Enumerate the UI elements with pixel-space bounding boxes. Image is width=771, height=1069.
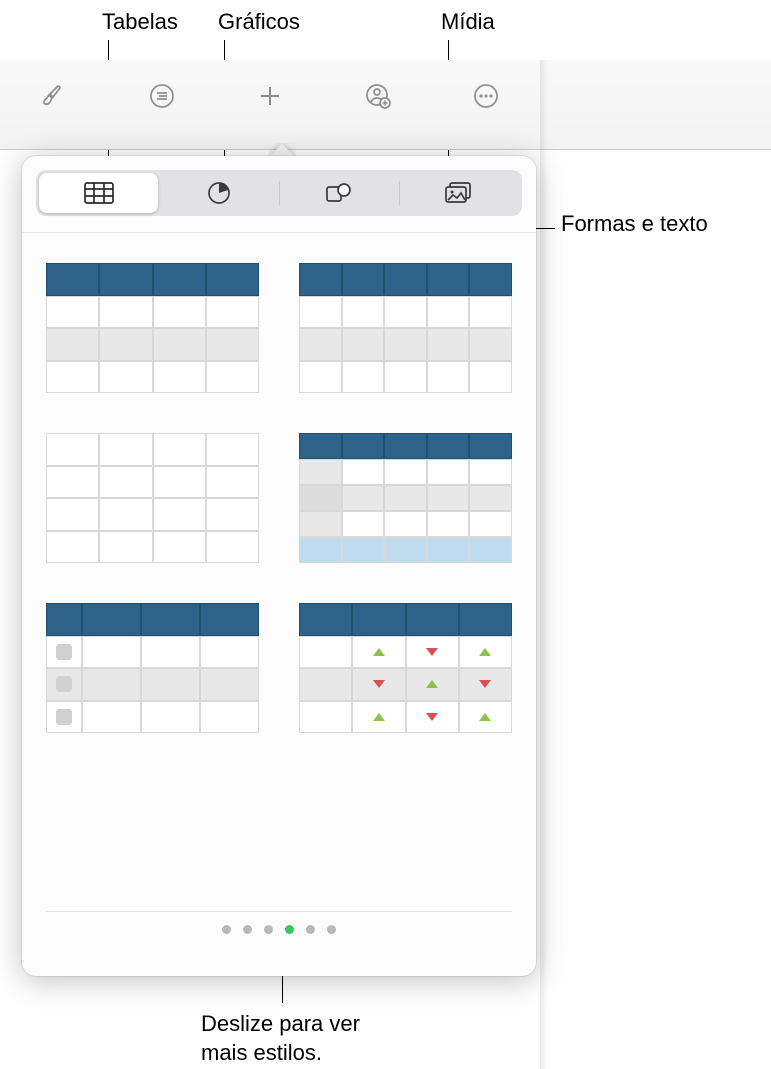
tab-tables[interactable] [39,173,158,213]
trend-up-icon [373,713,385,721]
callout-shapes-text: Formas e texto [561,210,708,239]
tab-shapes[interactable] [280,173,399,213]
plus-icon [255,81,285,111]
table-style-3[interactable] [46,433,259,563]
page-dot-active[interactable] [285,925,294,934]
media-icon [444,181,474,205]
segmented-control-container [22,156,536,233]
brush-icon [40,82,68,110]
category-segmented-control [36,170,522,216]
trend-down-icon [479,680,491,688]
more-button[interactable] [466,76,506,116]
callout-swipe: Deslize para ver mais estilos. [201,1010,360,1067]
trend-up-icon [426,680,438,688]
page-dot[interactable] [306,925,315,934]
page-indicator[interactable] [22,911,536,934]
trend-up-icon [479,648,491,656]
table-style-1[interactable] [46,263,259,393]
checkbox-icon [56,676,72,692]
table-icon [84,182,114,204]
shapes-icon [325,181,353,205]
more-icon [472,82,500,110]
tab-media[interactable] [400,173,519,213]
collaborate-button[interactable] [358,76,398,116]
pie-chart-icon [206,180,232,206]
paragraph-style-button[interactable] [142,76,182,116]
callout-media: Mídia [441,8,495,37]
insert-button[interactable] [250,76,290,116]
checkbox-icon [56,644,72,660]
page-dot[interactable] [264,925,273,934]
trend-down-icon [426,713,438,721]
collaborate-icon [364,82,392,110]
trend-down-icon [373,680,385,688]
page-dot[interactable] [243,925,252,934]
checkbox-icon [56,709,72,725]
right-edge-shade [540,60,548,1069]
callout-tables: Tabelas [102,8,178,37]
page-dot[interactable] [327,925,336,934]
trend-up-icon [373,648,385,656]
trend-down-icon [426,648,438,656]
page-dot[interactable] [222,925,231,934]
callout-charts: Gráficos [218,8,300,37]
table-style-2[interactable] [299,263,512,393]
indent-icon [148,82,176,110]
insert-popover [22,156,536,976]
table-style-4[interactable] [299,433,512,563]
format-brush-button[interactable] [34,76,74,116]
tab-charts[interactable] [159,173,278,213]
app-toolbar [0,68,540,123]
table-style-6[interactable] [299,603,512,733]
table-styles-grid [22,233,536,733]
table-style-5[interactable] [46,603,259,733]
trend-up-icon [479,713,491,721]
